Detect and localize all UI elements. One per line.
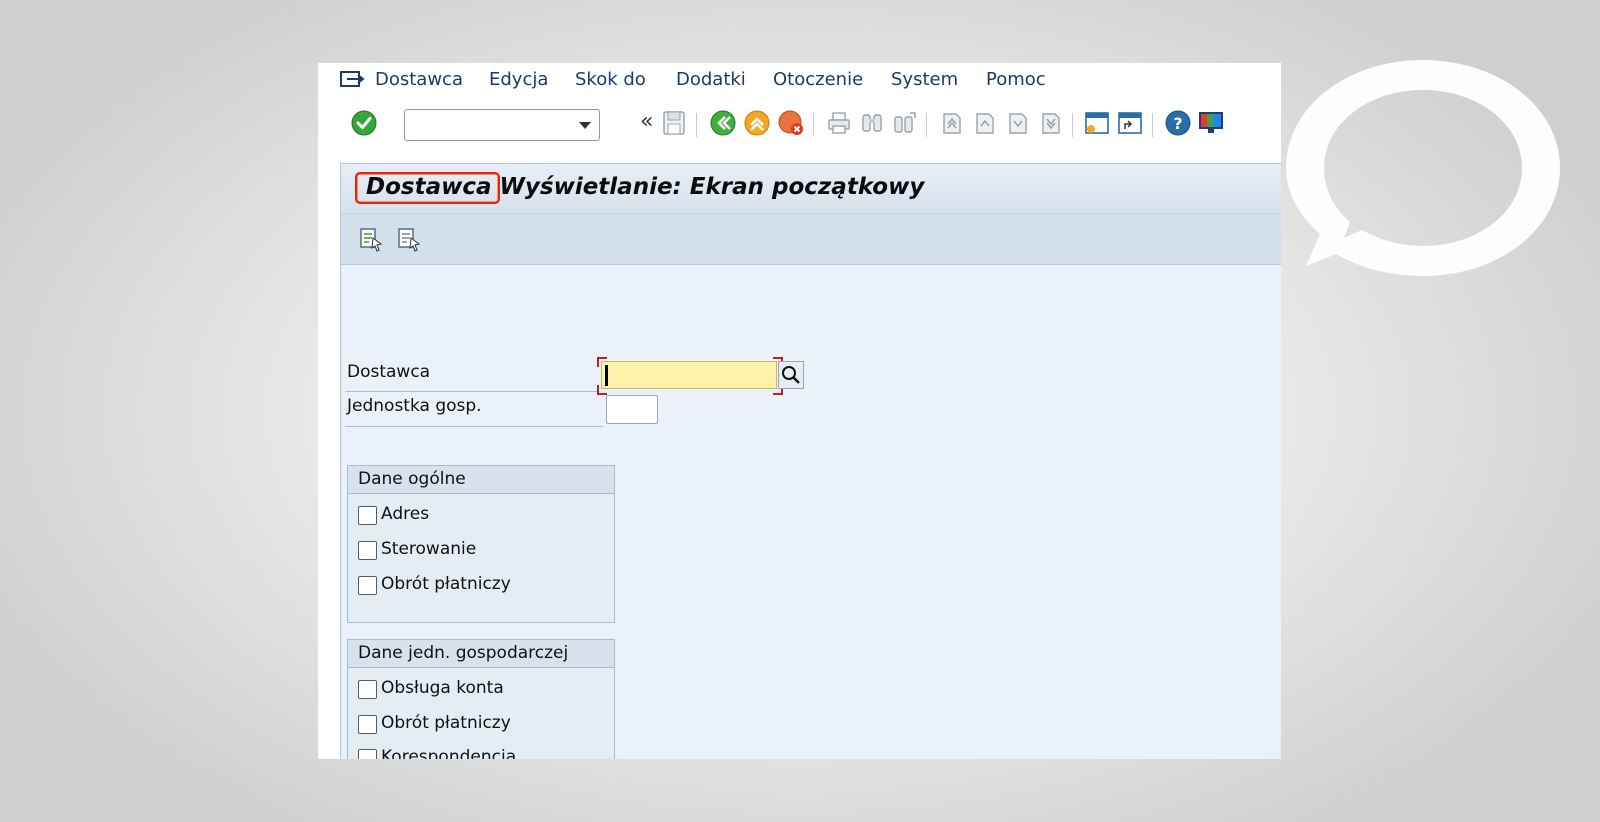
back-icon [710, 110, 736, 136]
last-page-icon [1042, 113, 1060, 134]
save-icon [663, 111, 685, 135]
focus-bracket [597, 357, 607, 367]
checkbox-label: Obrót płatniczy [381, 713, 511, 733]
menu-bar: Dostawca Edycja Skok do Dodatki Otoczeni… [318, 63, 1281, 103]
checkbox[interactable] [358, 715, 377, 734]
new-session-icon [1085, 112, 1109, 134]
vendor-search-help-button[interactable] [778, 361, 804, 389]
help-button[interactable]: ? [1164, 109, 1192, 137]
svg-text:?: ? [1173, 114, 1182, 133]
checkbox-label: Obsługa konta [381, 678, 504, 698]
display-document-icon[interactable] [358, 226, 384, 252]
application-toolbar [341, 214, 1281, 265]
checkbox[interactable] [358, 576, 377, 595]
command-input[interactable] [409, 113, 569, 137]
new-session-button[interactable] [1083, 109, 1111, 137]
company-code-label: Jednostka gosp. [347, 396, 482, 416]
exit-button[interactable] [743, 109, 771, 137]
command-field[interactable] [404, 109, 600, 141]
print-icon [828, 112, 850, 134]
previous-page-button[interactable] [970, 109, 998, 137]
group-header: Dane jedn. gospodarczej [348, 640, 614, 668]
group-title: Dane ogólne [358, 469, 466, 489]
speech-bubble-icon [1286, 60, 1560, 276]
find-button[interactable] [858, 109, 886, 137]
toolbar-separator [1072, 113, 1073, 137]
first-page-icon [943, 113, 961, 134]
previous-page-icon [976, 113, 994, 134]
cancel-icon [778, 110, 803, 135]
cancel-button[interactable] [777, 109, 805, 137]
screen-content: Dostawca Wyświetlanie: Ekran początkowy … [340, 163, 1281, 759]
title-highlight-text: Dostawca [366, 174, 492, 200]
toolbar-separator [813, 113, 814, 137]
collapse-command-button[interactable]: « [640, 109, 653, 134]
vendor-label: Dostawca [347, 362, 431, 382]
group-title: Dane jedn. gospodarczej [358, 643, 569, 663]
enter-button[interactable] [350, 109, 378, 137]
menu-otoczenie[interactable]: Otoczenie [773, 69, 863, 90]
field-underline [345, 391, 597, 392]
checkbox-label: Korespondencja [381, 747, 517, 759]
focus-bracket [597, 385, 607, 395]
shortcut-icon [1118, 112, 1142, 134]
vendor-field[interactable] [601, 361, 777, 389]
menu-system[interactable]: System [891, 69, 958, 90]
help-icon: ? [1165, 110, 1191, 136]
print-button[interactable] [825, 109, 853, 137]
shortcut-button[interactable] [1116, 109, 1144, 137]
save-button[interactable] [660, 109, 688, 137]
binoculars-next-icon [894, 112, 916, 133]
next-page-button[interactable] [1003, 109, 1031, 137]
group-header: Dane ogólne [348, 466, 614, 494]
menu-skok-do[interactable]: Skok do [575, 69, 646, 90]
binoculars-icon [862, 114, 882, 132]
checkbox[interactable] [358, 680, 377, 699]
checkbox[interactable] [358, 541, 377, 560]
menu-exit-icon[interactable] [339, 69, 365, 91]
menu-edycja[interactable]: Edycja [489, 69, 548, 90]
toolbar-separator [1152, 113, 1153, 137]
checkbox[interactable] [358, 749, 377, 759]
sap-window: Dostawca Edycja Skok do Dodatki Otoczeni… [318, 63, 1281, 759]
menu-dostawca[interactable]: Dostawca [375, 69, 463, 90]
company-code-input[interactable] [607, 396, 661, 425]
checkbox[interactable] [358, 506, 377, 525]
find-next-button[interactable] [891, 109, 919, 137]
page-title: Dostawca Wyświetlanie: Ekran początkowy [366, 174, 924, 200]
first-page-button[interactable] [937, 109, 965, 137]
display-document-alt-icon[interactable] [396, 226, 422, 252]
customize-layout-button[interactable] [1197, 109, 1225, 137]
checkmark-icon [351, 110, 377, 136]
menu-pomoc[interactable]: Pomoc [986, 69, 1046, 90]
toolbar-separator [696, 113, 697, 137]
checkbox-label: Sterowanie [381, 539, 477, 559]
menu-dodatki[interactable]: Dodatki [676, 69, 746, 90]
field-underline [345, 426, 603, 427]
vendor-input[interactable] [602, 362, 776, 388]
company-code-field[interactable] [606, 395, 661, 425]
checkbox-label: Obrót płatniczy [381, 574, 511, 594]
last-page-button[interactable] [1036, 109, 1064, 137]
exit-icon [744, 110, 770, 136]
next-page-icon [1009, 113, 1027, 134]
title-rest-text: Wyświetlanie: Ekran początkowy [491, 174, 925, 200]
standard-toolbar: « ? [318, 103, 1281, 153]
chevron-down-icon[interactable] [579, 122, 591, 129]
toolbar-separator [926, 113, 927, 137]
checkbox-label: Adres [381, 504, 430, 524]
company-code-data-group: Dane jedn. gospodarczej Obsługa konta Ob… [347, 639, 615, 759]
search-icon [782, 366, 800, 384]
title-bar: Dostawca Wyświetlanie: Ekran początkowy [341, 164, 1281, 214]
text-cursor [605, 365, 608, 386]
back-button[interactable] [709, 109, 737, 137]
monitor-icon [1199, 112, 1223, 133]
general-data-group: Dane ogólne Adres Sterowanie Obrót płatn… [347, 465, 615, 623]
